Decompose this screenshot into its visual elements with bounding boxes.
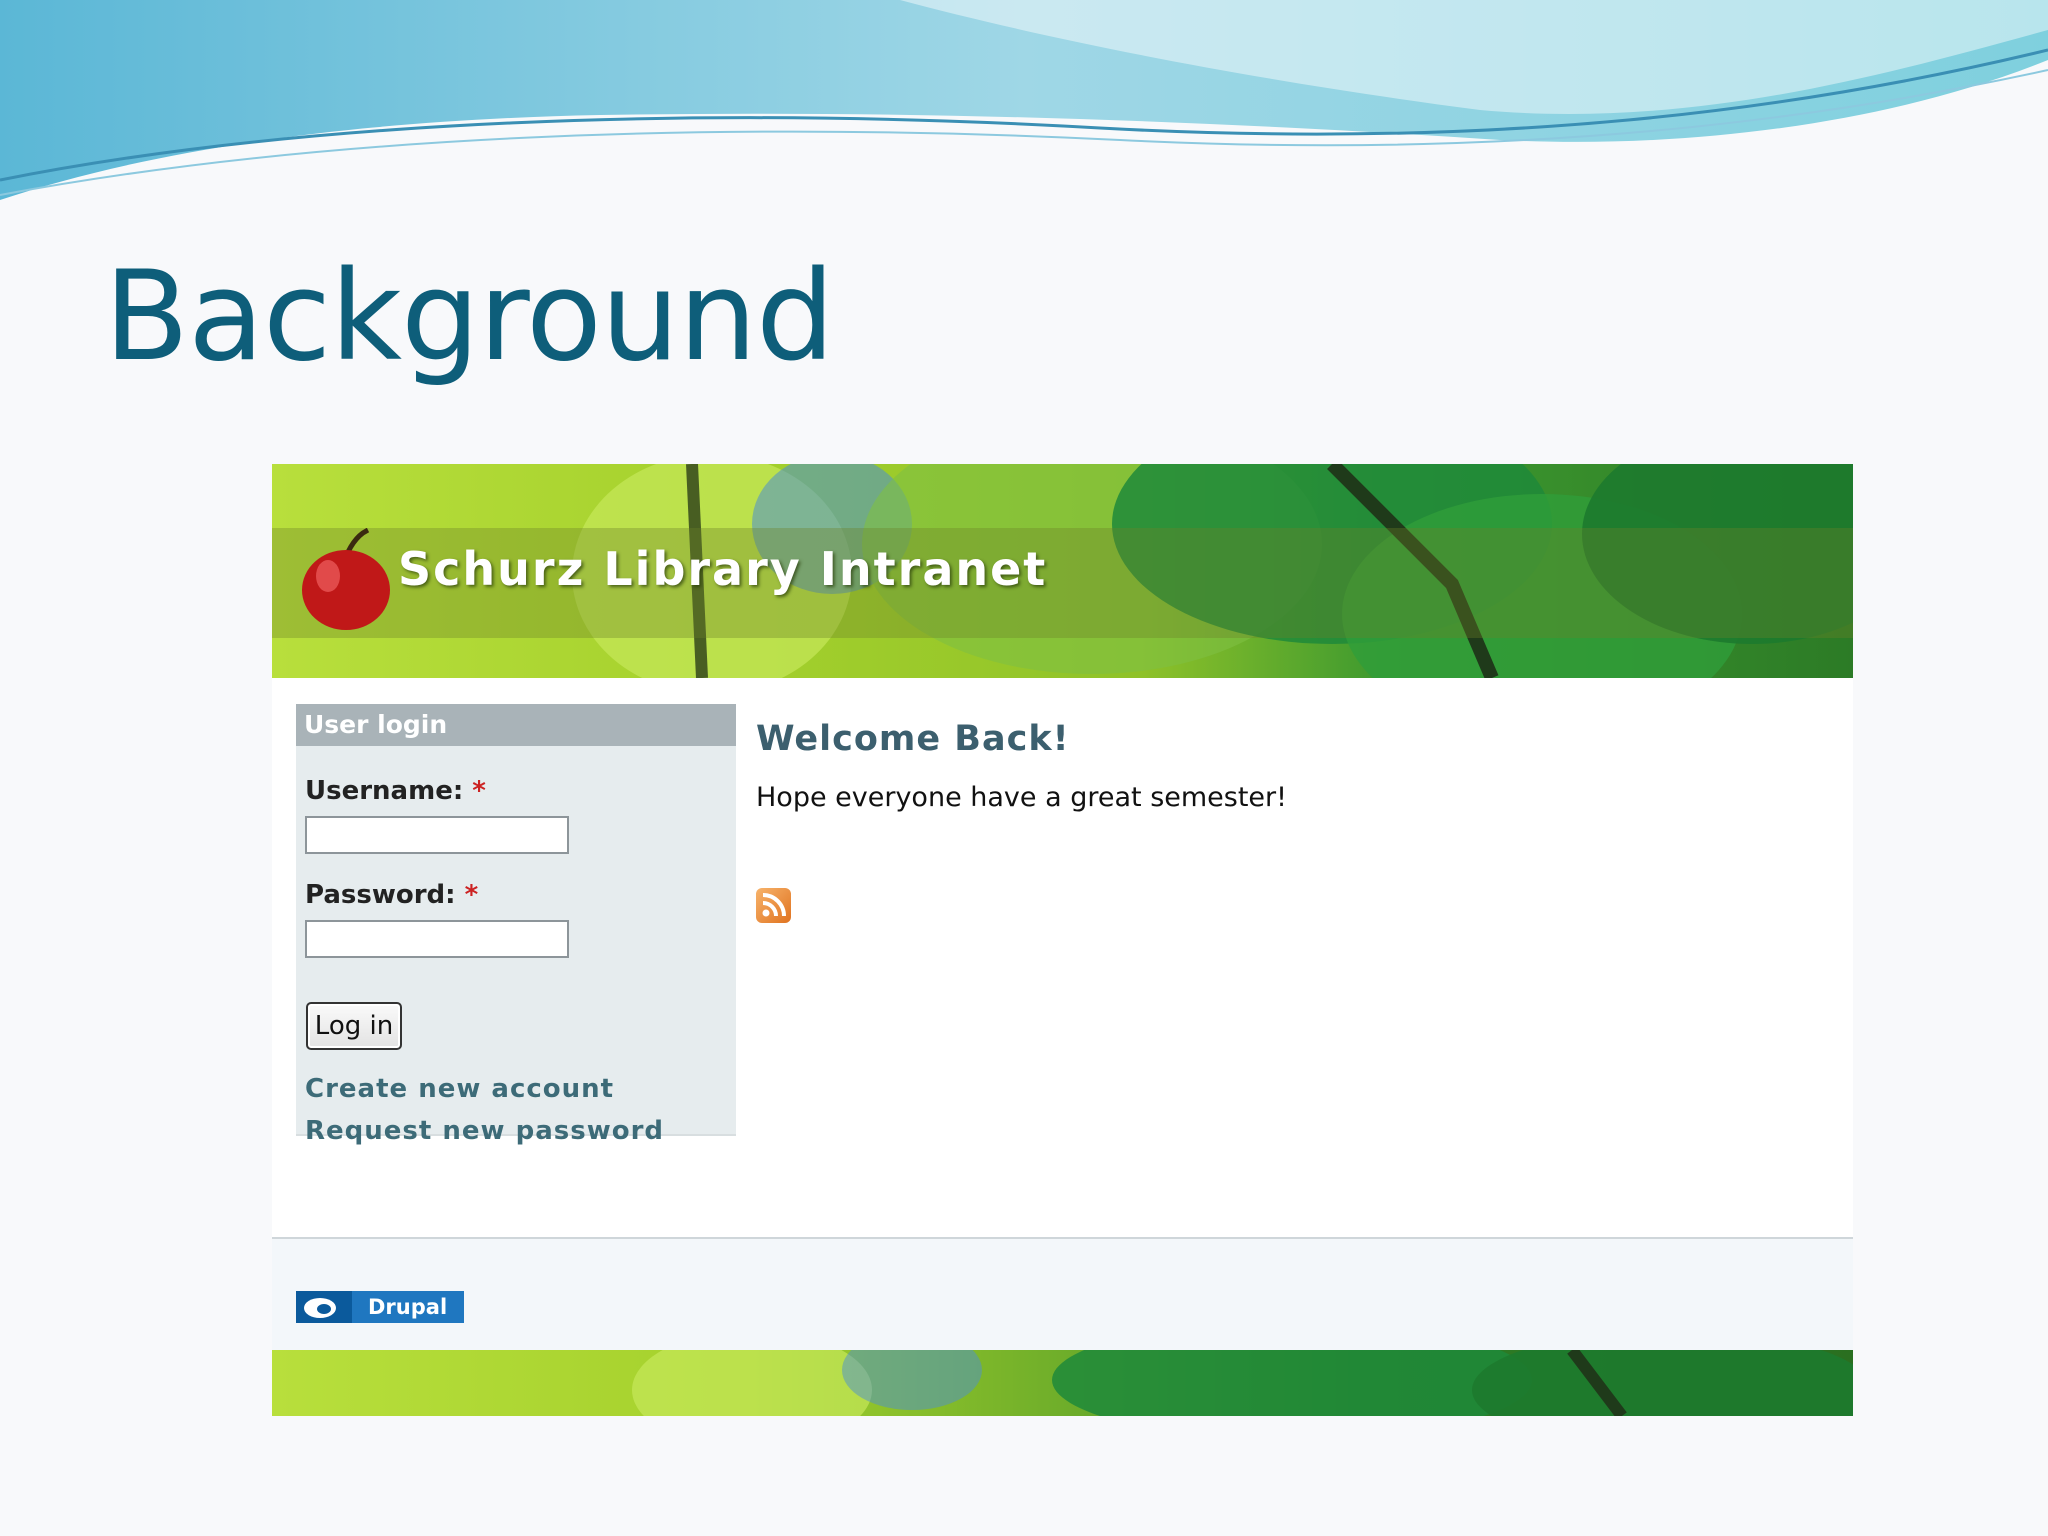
request-password-link[interactable]: Request new password (305, 1116, 664, 1146)
username-input[interactable] (305, 816, 569, 854)
apple-logo (302, 528, 390, 630)
welcome-heading: Welcome Back! (756, 719, 1070, 759)
user-login-title: User login (296, 704, 736, 746)
drupal-drop-icon (296, 1291, 352, 1323)
drupal-label: Drupal (368, 1295, 448, 1319)
intranet-screenshot: Schurz Library Intranet User login Usern… (272, 464, 1853, 1416)
username-label: Username: * (305, 776, 486, 806)
site-name[interactable]: Schurz Library Intranet (398, 542, 1047, 596)
powered-by-drupal-badge[interactable]: Drupal (296, 1291, 464, 1323)
password-label: Password: * (305, 880, 479, 910)
slide-wave-decoration (0, 0, 2048, 200)
welcome-message: Hope everyone have a great semester! (756, 782, 1287, 813)
footer-leaf-banner (272, 1350, 1853, 1416)
password-input[interactable] (305, 920, 569, 958)
site-header: Schurz Library Intranet (272, 464, 1853, 678)
user-login-block: User login Username: * Password: * Log i… (296, 704, 736, 1146)
create-account-link[interactable]: Create new account (305, 1074, 614, 1104)
rss-icon[interactable] (756, 888, 791, 923)
site-footer: Drupal (272, 1237, 1853, 1352)
log-in-button[interactable]: Log in (306, 1002, 402, 1050)
required-marker: * (464, 880, 479, 910)
required-marker: * (472, 776, 486, 806)
slide-title: Background (104, 245, 835, 389)
